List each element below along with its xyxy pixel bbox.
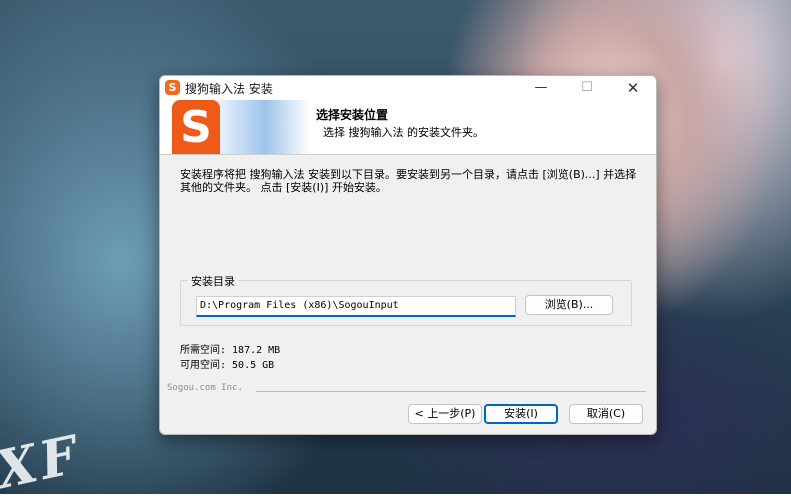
sogou-app-icon: S	[165, 80, 180, 95]
installer-window: S 搜狗输入法 安装 — ☐ ✕ S 选择安装位置 选择 搜狗输入法 的安装文件…	[159, 75, 657, 435]
window-title: 搜狗输入法 安装	[185, 82, 273, 96]
wallpaper-logo: XF	[0, 423, 87, 501]
brand-text: Sogou.com Inc.	[167, 383, 243, 393]
space-required-text: 所需空间: 187.2 MB	[180, 345, 281, 356]
title-bar[interactable]: S 搜狗输入法 安装 — ☐ ✕	[160, 76, 656, 100]
close-button[interactable]: ✕	[610, 76, 656, 100]
wizard-header: S 选择安装位置 选择 搜狗输入法 的安装文件夹。	[160, 100, 656, 155]
page-subtitle: 选择 搜狗输入法 的安装文件夹。	[323, 126, 484, 139]
instructions-text: 安装程序将把 搜狗输入法 安装到以下目录。要安装到另一个目录，请点击 [浏览(B…	[180, 168, 637, 194]
cancel-button[interactable]: 取消(C)	[569, 404, 643, 424]
back-button[interactable]: < 上一步(P)	[408, 404, 482, 424]
maximize-button[interactable]: ☐	[564, 76, 610, 100]
browse-button[interactable]: 浏览(B)...	[525, 295, 613, 315]
install-path-input[interactable]: D:\Program Files (x86)\SogouInput	[196, 296, 516, 317]
sogou-logo-icon: S	[172, 100, 220, 154]
minimize-button[interactable]: —	[518, 76, 564, 100]
header-banner: S	[160, 100, 310, 154]
install-dir-label: 安装目录	[188, 273, 238, 289]
page-title: 选择安装位置	[316, 108, 389, 122]
install-button[interactable]: 安装(I)	[484, 404, 558, 424]
footer-divider	[256, 391, 646, 392]
space-available-text: 可用空间: 50.5 GB	[180, 360, 275, 371]
